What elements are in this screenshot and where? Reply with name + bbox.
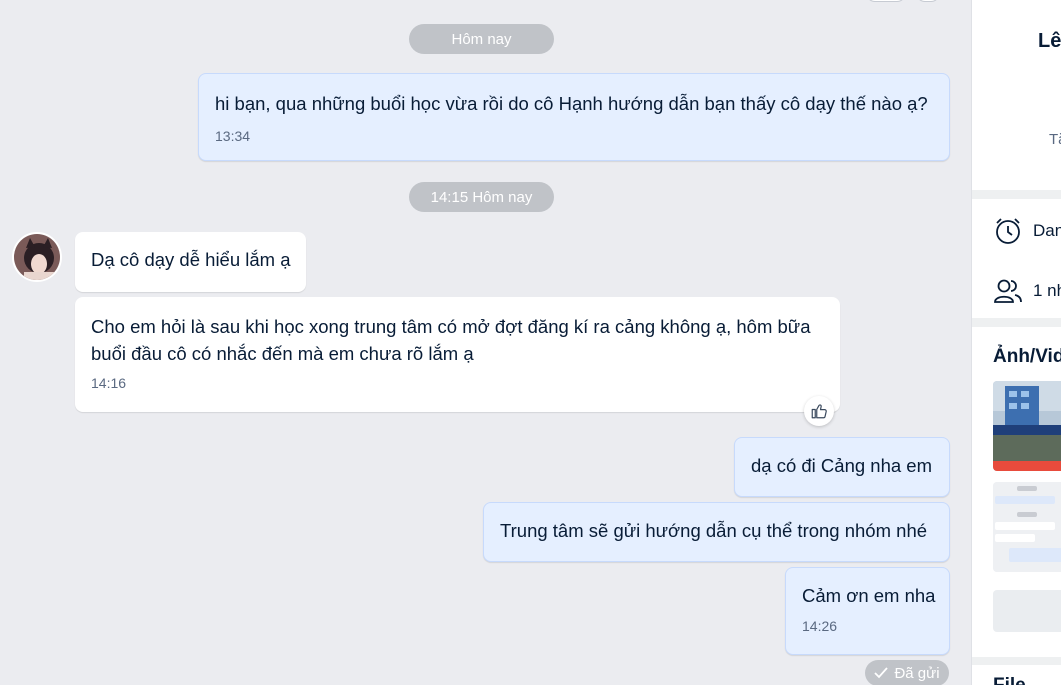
message-text: hi bạn, qua những buổi học vừa rồi do cô… xyxy=(215,93,928,114)
message-bubble[interactable]: Trung tâm sẽ gửi hướng dẫn cụ thể trong … xyxy=(483,502,950,562)
files-section: File xyxy=(972,665,1061,685)
files-title: File xyxy=(993,675,1026,685)
like-reaction-button[interactable] xyxy=(804,396,834,426)
alarm-clock-icon xyxy=(996,218,1020,244)
message-bubble[interactable]: hi bạn, qua những buổi học vừa rồi do cô… xyxy=(198,73,950,161)
message-text: Cảm ơn em nha xyxy=(802,585,936,606)
members-row[interactable]: 1 nh xyxy=(993,277,1061,305)
reminder-label: Dan xyxy=(1033,221,1061,240)
check-icon xyxy=(874,667,889,679)
message-time: 13:34 xyxy=(215,128,251,144)
message-text: dạ có đi Cảng nha em xyxy=(751,455,933,476)
group-icon xyxy=(994,279,1022,303)
message-text: Dạ cô dạy dễ hiểu lắm ạ xyxy=(91,249,291,270)
message-bubble[interactable]: Dạ cô dạy dễ hiểu lắm ạ xyxy=(75,232,306,292)
message-text: Trung tâm sẽ gửi hướng dẫn cụ thể trong … xyxy=(500,520,928,541)
contact-avatar[interactable] xyxy=(12,232,62,282)
profile-section: Lê Tắ xyxy=(972,0,1061,190)
message-bubble[interactable]: Cho em hỏi là sau khi học xong trung tâm… xyxy=(75,297,840,412)
media-section: Ảnh/Vid xyxy=(972,327,1061,657)
chat-area: Hôm nay hi bạn, qua những buổi học vừa r… xyxy=(0,0,971,685)
top-icon-stub[interactable] xyxy=(916,0,940,2)
media-thumbnail[interactable] xyxy=(993,381,1061,471)
sent-status-text: Đã gửi xyxy=(894,664,940,682)
message-bubble[interactable]: Cảm ơn em nha 14:26 xyxy=(785,567,950,655)
conversation-info-panel: Lê Tắ Dan 1 nh Ảnh/Vid xyxy=(971,0,1061,685)
thumbs-up-icon xyxy=(811,404,827,419)
media-thumbnail[interactable] xyxy=(993,482,1061,572)
info-section: Dan 1 nh xyxy=(972,199,1061,318)
time-divider: 14:15 Hôm nay xyxy=(409,182,554,212)
view-all-media-button[interactable] xyxy=(993,590,1061,632)
contact-subtitle: Tắ xyxy=(1049,131,1061,148)
media-title: Ảnh/Vid xyxy=(993,346,1061,367)
top-button-stub[interactable] xyxy=(866,0,906,2)
message-time: 14:26 xyxy=(802,618,838,634)
members-label: 1 nh xyxy=(1033,281,1061,300)
message-text: Cho em hỏi là sau khi học xong trung tâm… xyxy=(91,316,811,364)
message-time: 14:16 xyxy=(91,375,127,391)
contact-name: Lê xyxy=(1038,30,1061,52)
message-bubble[interactable]: dạ có đi Cảng nha em xyxy=(734,437,950,497)
reminder-row[interactable]: Dan xyxy=(993,216,1061,246)
sent-status-badge: Đã gửi xyxy=(865,660,949,685)
date-divider: Hôm nay xyxy=(409,24,554,54)
